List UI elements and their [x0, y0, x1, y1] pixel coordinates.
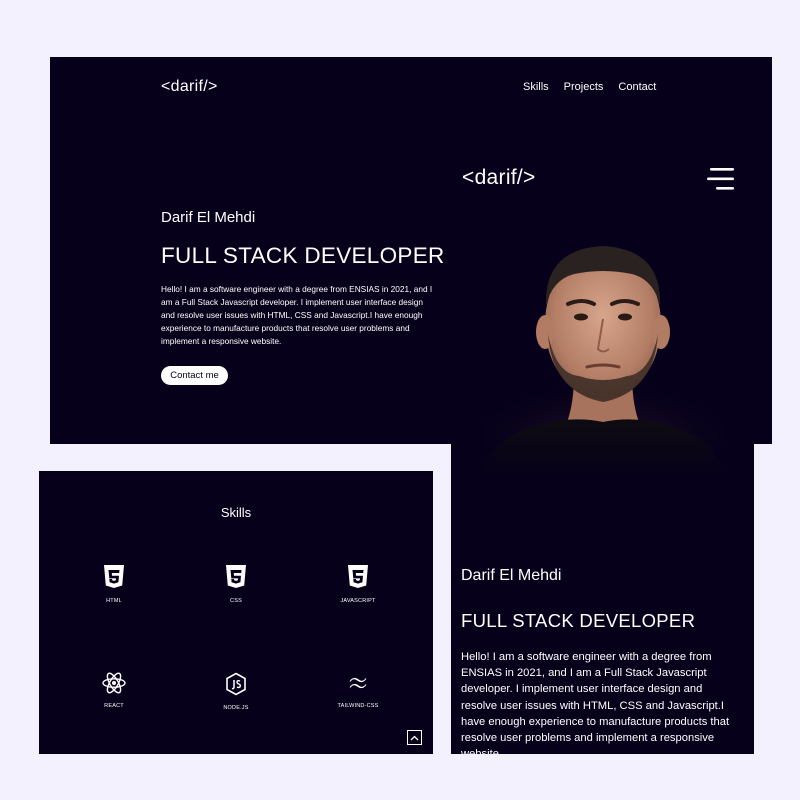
nav-skills-link[interactable]: Skills	[523, 81, 549, 93]
hero-name: Darif El Mehdi	[161, 209, 256, 226]
profile-photo	[482, 246, 724, 474]
skill-item-html: HTML	[74, 565, 154, 604]
javascript-icon	[348, 565, 368, 588]
react-icon	[102, 672, 126, 694]
tailwind-icon	[349, 677, 367, 689]
nodejs-icon	[226, 672, 246, 696]
chevron-up-icon	[410, 735, 419, 740]
skill-label: JAVASCRIPT	[340, 598, 376, 604]
skill-label: TAILWIND-CSS	[337, 703, 379, 709]
mobile-preview: <darif/> Darif El Mehdi FULL STACK DEVEL…	[451, 160, 754, 754]
top-nav: Skills Projects Contact	[523, 81, 656, 93]
contact-me-button[interactable]: Contact me	[161, 366, 228, 385]
hero-role: FULL STACK DEVELOPER	[161, 243, 445, 268]
hero-name: Darif El Mehdi	[461, 567, 562, 584]
site-logo[interactable]: <darif/>	[462, 166, 536, 190]
nav-projects-link[interactable]: Projects	[564, 81, 604, 93]
skill-label: HTML	[106, 598, 122, 604]
css3-icon	[226, 565, 246, 588]
scroll-to-top-button[interactable]	[407, 730, 422, 745]
skills-title: Skills	[220, 505, 252, 520]
skill-item-react: REACT	[74, 672, 154, 709]
hero-description: Hello! I am a software engineer with a d…	[461, 651, 730, 754]
hero-description: Hello! I am a software engineer with a d…	[161, 284, 433, 346]
skill-item-javascript: JAVASCRIPT	[318, 565, 398, 604]
skills-section: Skills HTML CSS JAVASCRIPT REACT NODE.JS…	[39, 471, 433, 754]
hero-role: FULL STACK DEVELOPER	[461, 610, 696, 631]
skill-label: CSS	[230, 598, 242, 604]
skill-label: NODE.JS	[223, 705, 249, 711]
skill-item-nodejs: NODE.JS	[196, 672, 276, 711]
skill-item-css: CSS	[196, 565, 276, 604]
hamburger-menu-icon[interactable]	[707, 167, 737, 191]
site-logo[interactable]: <darif/>	[161, 78, 218, 96]
skill-item-tailwind: TAILWIND-CSS	[318, 672, 398, 709]
skill-label: REACT	[104, 703, 124, 709]
nav-contact-link[interactable]: Contact	[618, 81, 656, 93]
html5-icon	[104, 565, 124, 588]
